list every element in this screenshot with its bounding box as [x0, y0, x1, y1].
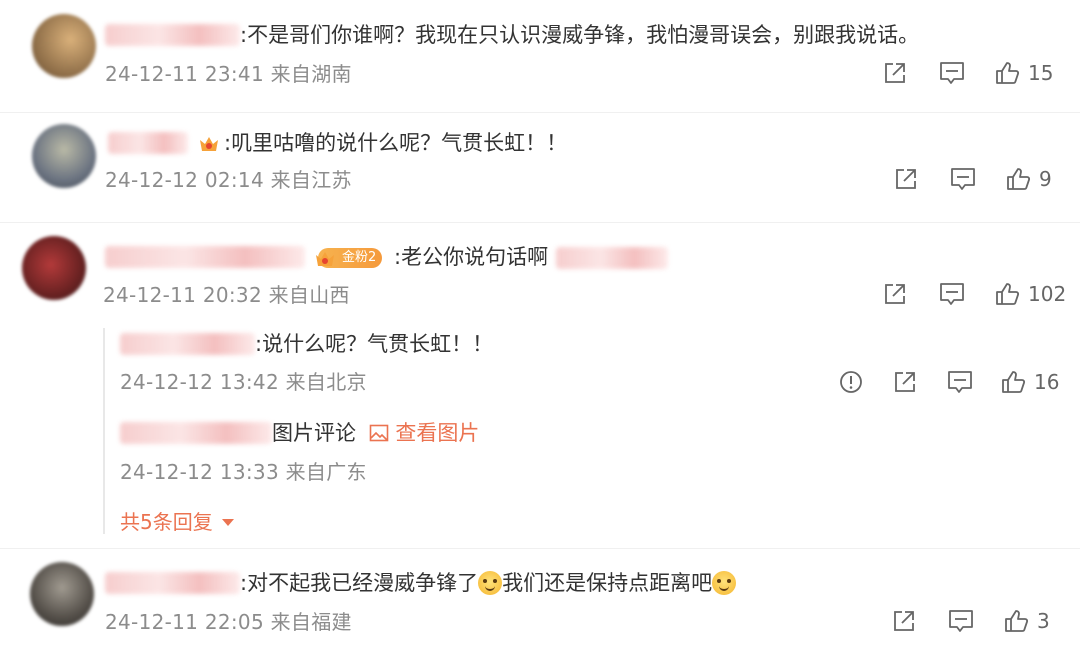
comment-icon[interactable] [938, 60, 966, 86]
like-icon [1002, 371, 1026, 393]
comment-meta: 24-12-12 02:14 来自江苏 [105, 168, 352, 192]
share-icon[interactable] [882, 60, 908, 86]
comment-text-part-1: :对不起我已经漫威争锋了 [240, 571, 479, 595]
reply-actions: 16 [838, 367, 1059, 397]
comment-actions: 15 [882, 58, 1053, 88]
comment-item: 金粉2 :老公你说句话啊 24-12-11 20:32 来自山西 102 :说什… [0, 222, 1080, 542]
comment-text: :叽里咕噜的说什么呢？气贯长虹！！ [224, 131, 568, 155]
like-count: 16 [1034, 370, 1060, 394]
like-icon [1005, 610, 1029, 632]
username[interactable] [105, 246, 305, 268]
comment-meta: 24-12-11 23:41 来自湖南 [105, 62, 352, 86]
comment-meta: 24-12-11 22:05 来自福建 [105, 610, 352, 634]
like-button[interactable]: 102 [994, 281, 1066, 307]
avatar[interactable] [32, 124, 96, 188]
avatar[interactable] [32, 14, 96, 78]
caret-down-icon [222, 519, 235, 526]
share-icon[interactable] [882, 281, 908, 307]
more-replies-label: 共5条回复 [120, 510, 213, 534]
report-icon[interactable] [838, 369, 864, 395]
fan-badge-label: 金粉2 [342, 250, 377, 265]
username[interactable] [105, 572, 240, 594]
image-icon [369, 424, 388, 442]
comment-text: :对不起我已经漫威争锋了 我们还是保持点距离吧 [240, 569, 737, 597]
picture-comment-label: 图片评论 [272, 421, 356, 445]
like-button[interactable]: 9 [1005, 166, 1052, 192]
share-icon[interactable] [891, 608, 917, 634]
emoji-icon [712, 571, 737, 595]
comment-item: :对不起我已经漫威争锋了 我们还是保持点距离吧 24-12-11 22:05 来自… [0, 548, 1080, 670]
comment-icon[interactable] [946, 369, 974, 395]
reply-username[interactable] [120, 422, 272, 444]
reply-text: :说什么呢？气贯长虹！！ [255, 332, 494, 356]
comment-item: :不是哥们你谁啊？我现在只认识漫威争锋，我怕漫哥误会，别跟我说话。 24-12-… [0, 0, 1080, 112]
comment-actions: 9 [893, 164, 1052, 194]
like-button[interactable]: 15 [994, 60, 1053, 86]
crown-badge-icon [316, 252, 334, 266]
comment-text: :不是哥们你谁啊？我现在只认识漫威争锋，我怕漫哥误会，别跟我说话。 [240, 23, 920, 47]
comment-actions: 102 [882, 279, 1066, 309]
comment-meta: 24-12-11 20:32 来自山西 [103, 283, 350, 307]
view-picture-link[interactable]: 查看图片 [369, 421, 480, 445]
share-icon[interactable] [893, 166, 919, 192]
comment-icon[interactable] [947, 608, 975, 634]
comment-text-part-2: 我们还是保持点距离吧 [502, 571, 713, 595]
comment-icon[interactable] [938, 281, 966, 307]
comment-item: :叽里咕噜的说什么呢？气贯长虹！！ 24-12-12 02:14 来自江苏 9 [0, 112, 1080, 222]
crown-badge-icon [200, 137, 218, 151]
like-icon [1007, 168, 1031, 190]
reply-meta: 24-12-12 13:42 来自北京 [120, 370, 367, 394]
share-icon[interactable] [892, 369, 918, 395]
reply-text: 图片评论 查看图片 [272, 419, 479, 447]
reply-username[interactable] [120, 333, 255, 355]
blurred-mention[interactable] [556, 247, 668, 269]
username[interactable] [105, 24, 240, 46]
comment-icon[interactable] [949, 166, 977, 192]
like-count: 102 [1028, 282, 1067, 306]
like-icon [996, 62, 1020, 84]
emoji-icon [478, 571, 503, 595]
view-picture-text: 查看图片 [395, 421, 480, 445]
avatar[interactable] [30, 562, 94, 626]
like-button[interactable]: 3 [1003, 608, 1050, 634]
reply-meta: 24-12-12 13:33 来自广东 [120, 460, 367, 484]
avatar[interactable] [22, 236, 86, 300]
more-replies-link[interactable]: 共5条回复 [120, 509, 235, 535]
like-button[interactable]: 16 [1000, 369, 1059, 395]
like-count: 3 [1037, 609, 1050, 633]
username[interactable] [108, 132, 188, 154]
comment-text: :老公你说句话啊 [394, 245, 549, 269]
like-count: 9 [1039, 167, 1052, 191]
comment-actions: 3 [891, 606, 1050, 636]
reply-thread-line [103, 328, 105, 534]
like-count: 15 [1028, 61, 1054, 85]
like-icon [996, 283, 1020, 305]
